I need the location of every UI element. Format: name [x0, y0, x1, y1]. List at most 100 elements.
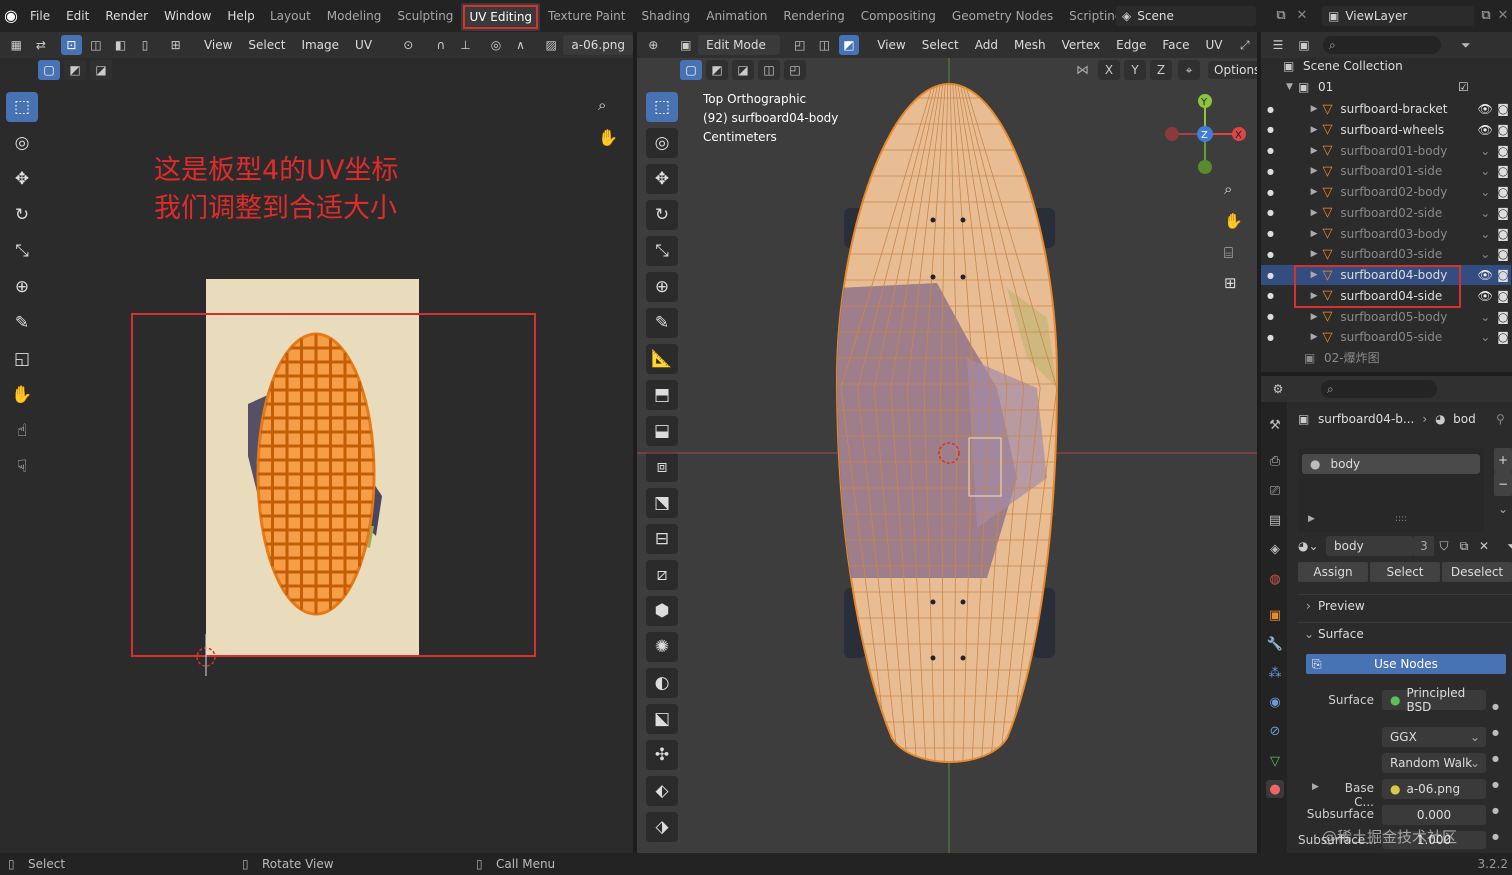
viewport-editor-type-icon[interactable]: ⊕	[643, 35, 664, 55]
face-mode-icon[interactable]: ◩	[838, 35, 860, 55]
camera-render-icon[interactable]: ◙	[1495, 185, 1511, 199]
image-browse-icon[interactable]: ▨	[540, 35, 562, 55]
tab-uv-editing[interactable]: UV Editing	[461, 3, 541, 31]
subsurface-value-field[interactable]: 0.000	[1382, 805, 1486, 825]
collection-01-row[interactable]: ▼ ▣ 01	[1286, 80, 1333, 94]
expand-icon[interactable]: ▶	[1311, 312, 1323, 322]
camera-render-icon[interactable]: ◙	[1495, 268, 1511, 282]
camera-render-icon[interactable]: ◙	[1495, 164, 1511, 178]
assign-button[interactable]: Assign	[1298, 562, 1368, 582]
select-button[interactable]: Select	[1370, 562, 1440, 582]
vp-menu-edge[interactable]: Edge	[1108, 38, 1154, 52]
select-box-icon[interactable]: ⬚	[6, 92, 38, 122]
tab-animation[interactable]: Animation	[698, 0, 775, 32]
uv-menu-uv[interactable]: UV	[347, 38, 380, 52]
vp-menu-add[interactable]: Add	[967, 38, 1006, 52]
camera-render-icon[interactable]: ◙	[1495, 247, 1511, 261]
pivot-icon[interactable]: ⊙	[398, 35, 419, 55]
expand-icon[interactable]: ▶	[1311, 187, 1323, 197]
annotate-icon[interactable]: ✎	[6, 308, 38, 338]
navigation-gizmo[interactable]: Y X Z	[1160, 90, 1254, 180]
outliner-item[interactable]: ● ▶ ▽ surfboard05-side ⌄ ◙	[1261, 327, 1511, 347]
display-mode-icon[interactable]: ▣	[1293, 35, 1315, 55]
vp-menu-mesh[interactable]: Mesh	[1006, 38, 1054, 52]
deselect-button[interactable]: Deselect	[1442, 562, 1512, 582]
outliner-item[interactable]: ● ▶ ▽ surfboard01-side ⌄ ◙	[1261, 161, 1511, 181]
world-tab-icon[interactable]: ◍	[1266, 570, 1284, 588]
vp-menu-uv[interactable]: UV	[1197, 38, 1230, 52]
object-tab-icon[interactable]: ▣	[1266, 606, 1284, 624]
expand-icon[interactable]: ▶	[1311, 146, 1323, 156]
outliner-item[interactable]: ● ▶ ▽ surfboard05-body ⌄ ◙	[1261, 307, 1511, 327]
relax-icon[interactable]: ☝	[6, 416, 38, 446]
eye-visibility-icon[interactable]: ⌄	[1475, 330, 1495, 344]
eye-visibility-icon[interactable]: 👁	[1475, 268, 1495, 282]
menu-help[interactable]: Help	[219, 0, 262, 32]
material-name-field[interactable]: body	[1326, 536, 1414, 556]
modifier-tab-icon[interactable]: 🔧	[1266, 635, 1284, 653]
surface-shader-field[interactable]: ● Principled BSD	[1382, 686, 1486, 714]
constraints-tab-icon[interactable]: ⊘	[1266, 722, 1284, 740]
eye-visibility-icon[interactable]: ⌄	[1475, 310, 1495, 324]
tab-texture-paint[interactable]: Texture Paint	[540, 0, 633, 32]
outliner-item[interactable]: ● ▶ ▽ surfboard-wheels 👁 ◙	[1261, 120, 1511, 140]
image-name-field[interactable]: a-06.png	[563, 35, 634, 55]
tab-compositing[interactable]: Compositing	[853, 0, 944, 32]
slot-expand-icon[interactable]: ▶	[1308, 514, 1315, 524]
browse-material-icon[interactable]: ◕⌄	[1298, 539, 1326, 553]
ortho-grid-icon[interactable]: ⊞	[1224, 274, 1237, 292]
uv-canvas[interactable]	[130, 276, 540, 676]
select-subtract-icon[interactable]: ◪	[90, 60, 112, 80]
menu-render[interactable]: Render	[97, 0, 156, 32]
menu-file[interactable]: File	[22, 0, 58, 32]
pin-icon[interactable]: ⚲	[1496, 412, 1505, 426]
distribution-dropdown[interactable]: GGX ⌄	[1382, 727, 1486, 747]
eye-visibility-icon[interactable]: 👁	[1475, 123, 1495, 137]
unlink-material-icon[interactable]: ✕	[1474, 539, 1494, 553]
tab-rendering[interactable]: Rendering	[775, 0, 852, 32]
collection-02-row[interactable]: ▣ 02-爆炸图	[1304, 349, 1380, 366]
mode-selector[interactable]: Edit Mode	[698, 35, 780, 55]
outliner-item[interactable]: ● ▶ ▽ surfboard03-side ⌄ ◙	[1261, 244, 1511, 264]
blender-logo-icon[interactable]: ◉	[4, 7, 22, 25]
falloff-icon[interactable]: ∧	[510, 35, 531, 55]
slot-resize-handle[interactable]: ::::	[1395, 514, 1407, 524]
island-select-icon[interactable]: ▯	[134, 35, 156, 55]
preview-panel-header[interactable]: › Preview	[1298, 594, 1512, 616]
vertex-mode-icon[interactable]: ◰	[789, 35, 811, 55]
snap-icon[interactable]: ∩	[430, 35, 452, 55]
expand-icon[interactable]: ▶	[1311, 332, 1323, 342]
camera-render-icon[interactable]: ◙	[1495, 330, 1511, 344]
tab-modeling[interactable]: Modeling	[319, 0, 390, 32]
user-count[interactable]: 3	[1414, 536, 1434, 556]
duplicate-material-icon[interactable]: ⧉	[1454, 539, 1474, 554]
tab-sculpting[interactable]: Sculpting	[389, 0, 461, 32]
expand-icon[interactable]: ▼	[1286, 82, 1298, 92]
grab-icon[interactable]: ✋	[6, 380, 38, 410]
outliner-type-icon[interactable]: ☰	[1267, 35, 1289, 55]
filter-icon[interactable]: ⏷	[1461, 38, 1471, 53]
camera-render-icon[interactable]: ◙	[1495, 123, 1511, 137]
delete-scene-icon[interactable]: ✕	[1294, 6, 1310, 26]
proportional-edit-icon[interactable]: ◎	[485, 35, 507, 55]
snap-target-icon[interactable]: ⊥	[455, 35, 476, 55]
select-new-icon[interactable]: ▢	[38, 60, 60, 80]
subsurface-method-dropdown[interactable]: Random Walk ⌄	[1382, 753, 1486, 773]
expand-icon[interactable]: ▶	[1311, 249, 1323, 259]
slot-specials-icon[interactable]: ⌄	[1498, 502, 1508, 516]
camera-render-icon[interactable]: ◙	[1495, 102, 1511, 116]
camera-render-icon[interactable]: ◙	[1495, 227, 1511, 241]
expand-icon[interactable]: ▶	[1311, 104, 1323, 114]
uv-sync-icon[interactable]: ⇄	[30, 35, 52, 55]
vp-menu-select[interactable]: Select	[914, 38, 967, 52]
base-color-expand-icon[interactable]: ▶	[1312, 782, 1319, 792]
transform-orientation-icon[interactable]: ⤢	[1234, 35, 1256, 55]
vp-pan-icon[interactable]: ✋	[1224, 212, 1243, 230]
material-slot-item[interactable]: ● body	[1302, 454, 1480, 474]
outliner-item[interactable]: ● ▶ ▽ surfboard02-body ⌄ ◙	[1261, 182, 1511, 202]
outliner-item[interactable]: ● ▶ ▽ surfboard-bracket 👁 ◙	[1261, 99, 1511, 119]
object-mode-icon[interactable]: ▣	[675, 35, 697, 55]
vertex-select-icon[interactable]: ⊡	[61, 35, 82, 55]
camera-icon[interactable]: ⌸	[1224, 244, 1233, 262]
edge-select-icon[interactable]: ◫	[85, 35, 107, 55]
